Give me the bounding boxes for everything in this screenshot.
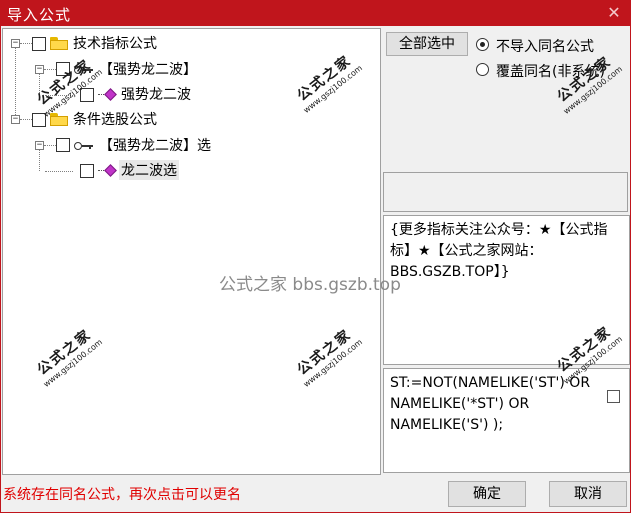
tree-line xyxy=(44,145,56,146)
tree-line xyxy=(20,43,32,44)
status-message: 系统存在同名公式，再次点击可以更名 xyxy=(3,487,241,503)
tree-checkbox[interactable] xyxy=(32,37,46,51)
radio-overwrite-duplicates[interactable]: 覆盖同名(非系统) xyxy=(476,61,626,80)
tree-checkbox[interactable] xyxy=(80,164,94,178)
gem-icon xyxy=(98,88,117,101)
folder-icon xyxy=(50,113,68,126)
tree-line xyxy=(15,47,16,119)
radio-skip-duplicates[interactable]: 不导入同名公式 xyxy=(476,36,626,55)
tree-line xyxy=(44,69,56,70)
formula-tree[interactable]: − 技术指标公式 − 【强势龙二波】 强势龙二波 − 条件选股公式 − 【强势龙… xyxy=(2,28,381,475)
formula-name-field xyxy=(383,172,628,212)
tree-line xyxy=(39,149,40,171)
gem-icon xyxy=(98,164,117,177)
folder-icon xyxy=(50,37,68,50)
formula-description: {更多指标关注公众号：★【公式指标】★【公式之家网站：BBS.GSZB.TOP】… xyxy=(383,215,630,365)
tree-expander[interactable]: − xyxy=(35,141,44,150)
cancel-button[interactable]: 取消 xyxy=(549,481,627,507)
formula-code: ST:=NOT(NAMELIKE('ST') OR NAMELIKE('*ST'… xyxy=(383,368,630,473)
code-checkbox[interactable] xyxy=(607,390,620,403)
tree-line xyxy=(20,119,32,120)
formula-code-text: ST:=NOT(NAMELIKE('ST') OR NAMELIKE('*ST'… xyxy=(390,375,591,433)
ok-button[interactable]: 确定 xyxy=(448,481,526,507)
watermark: 公式之家 www.gszj100.com xyxy=(554,53,625,116)
tree-checkbox[interactable] xyxy=(80,88,94,102)
select-all-button[interactable]: 全部选中 xyxy=(386,32,468,56)
radio-indicator[interactable] xyxy=(476,63,489,76)
key-icon xyxy=(74,64,94,76)
tree-node-label[interactable]: 【强势龙二波】 xyxy=(99,59,197,79)
tree-checkbox[interactable] xyxy=(56,62,70,76)
window-title: 导入公式 xyxy=(7,6,72,24)
radio-indicator[interactable] xyxy=(476,38,489,51)
tree-line xyxy=(39,73,40,95)
title-bar: 导入公式 ✕ xyxy=(0,0,631,26)
radio-label: 覆盖同名(非系统) xyxy=(496,64,605,80)
watermark: 公式之家 www.gszj100.com xyxy=(294,52,365,115)
close-icon[interactable]: ✕ xyxy=(597,0,631,26)
tree-line xyxy=(45,95,73,96)
tree-expander[interactable]: − xyxy=(11,39,20,48)
tree-node-label[interactable]: 强势龙二波 xyxy=(121,84,191,104)
tree-expander[interactable]: − xyxy=(35,65,44,74)
tree-node-label[interactable]: 【强势龙二波】选 xyxy=(99,135,211,155)
tree-line xyxy=(45,171,73,172)
watermark: 公式之家 www.gszj100.com xyxy=(294,326,365,389)
center-watermark: 公式之家 bbs.gszb.top xyxy=(219,275,401,295)
watermark: 公式之家 www.gszj100.com xyxy=(34,326,105,389)
dialog-body: − 技术指标公式 − 【强势龙二波】 强势龙二波 − 条件选股公式 − 【强势龙… xyxy=(0,26,631,513)
tree-node-label-selected[interactable]: 龙二波选 xyxy=(119,160,179,180)
radio-label: 不导入同名公式 xyxy=(496,39,594,55)
tree-checkbox[interactable] xyxy=(56,138,70,152)
tree-checkbox[interactable] xyxy=(32,113,46,127)
tree-expander[interactable]: − xyxy=(11,115,20,124)
key-icon xyxy=(74,140,94,152)
tree-node-label[interactable]: 条件选股公式 xyxy=(73,109,157,129)
tree-node-label[interactable]: 技术指标公式 xyxy=(73,33,157,53)
